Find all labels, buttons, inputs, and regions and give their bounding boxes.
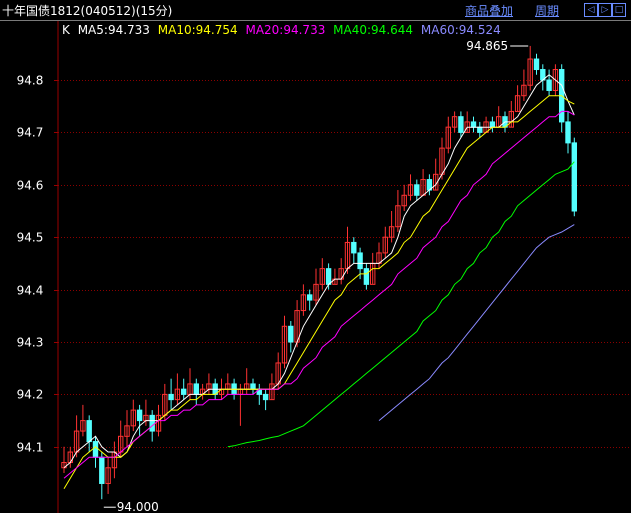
low-annotation: 94.000: [117, 500, 159, 513]
candle-down: [99, 456, 105, 484]
y-tick-label: 94.3: [17, 336, 44, 350]
candle-down: [546, 79, 552, 91]
candle-down: [565, 121, 571, 144]
candle-down: [489, 121, 496, 128]
candle-down: [136, 409, 143, 422]
candle-down: [351, 241, 357, 254]
y-tick-label: 94.1: [17, 441, 44, 455]
y-tick-label: 94.7: [17, 126, 44, 140]
candle-down: [458, 116, 464, 133]
ma-line-ma5: [63, 74, 575, 469]
candle-down: [149, 414, 155, 432]
candle-down: [262, 393, 269, 401]
candle-down: [571, 142, 577, 212]
y-tick-label: 94.5: [17, 231, 44, 245]
candle-down: [193, 383, 200, 395]
high-annotation: 94.865: [466, 39, 508, 53]
candle-down: [533, 58, 540, 71]
candle-down: [181, 388, 187, 395]
candle-down: [168, 393, 174, 401]
candle-down: [92, 441, 99, 458]
candle-down: [414, 184, 420, 196]
y-tick-label: 94.4: [17, 284, 44, 298]
candle-down: [470, 121, 477, 128]
ma-line-ma60: [378, 224, 575, 421]
candle-down: [477, 126, 483, 133]
candle-down: [325, 268, 332, 285]
candle-down: [307, 294, 313, 301]
ma-line-ma10: [63, 95, 575, 489]
y-tick-label: 94.6: [17, 179, 44, 193]
candle-down: [357, 252, 363, 270]
candle-down: [363, 268, 370, 285]
candle-down: [288, 325, 294, 343]
y-tick-label: 94.8: [17, 74, 44, 88]
ma-line-ma20: [63, 110, 575, 479]
candlestick-chart[interactable]: 94.1 94.2 94.3 94.4 94.5 94.6 94.7 94.8 94.865 94…: [0, 0, 631, 513]
candle-down: [250, 383, 256, 390]
candle-down: [86, 420, 92, 443]
y-tick-label: 94.2: [17, 388, 44, 402]
ma-line-ma40: [227, 161, 575, 448]
